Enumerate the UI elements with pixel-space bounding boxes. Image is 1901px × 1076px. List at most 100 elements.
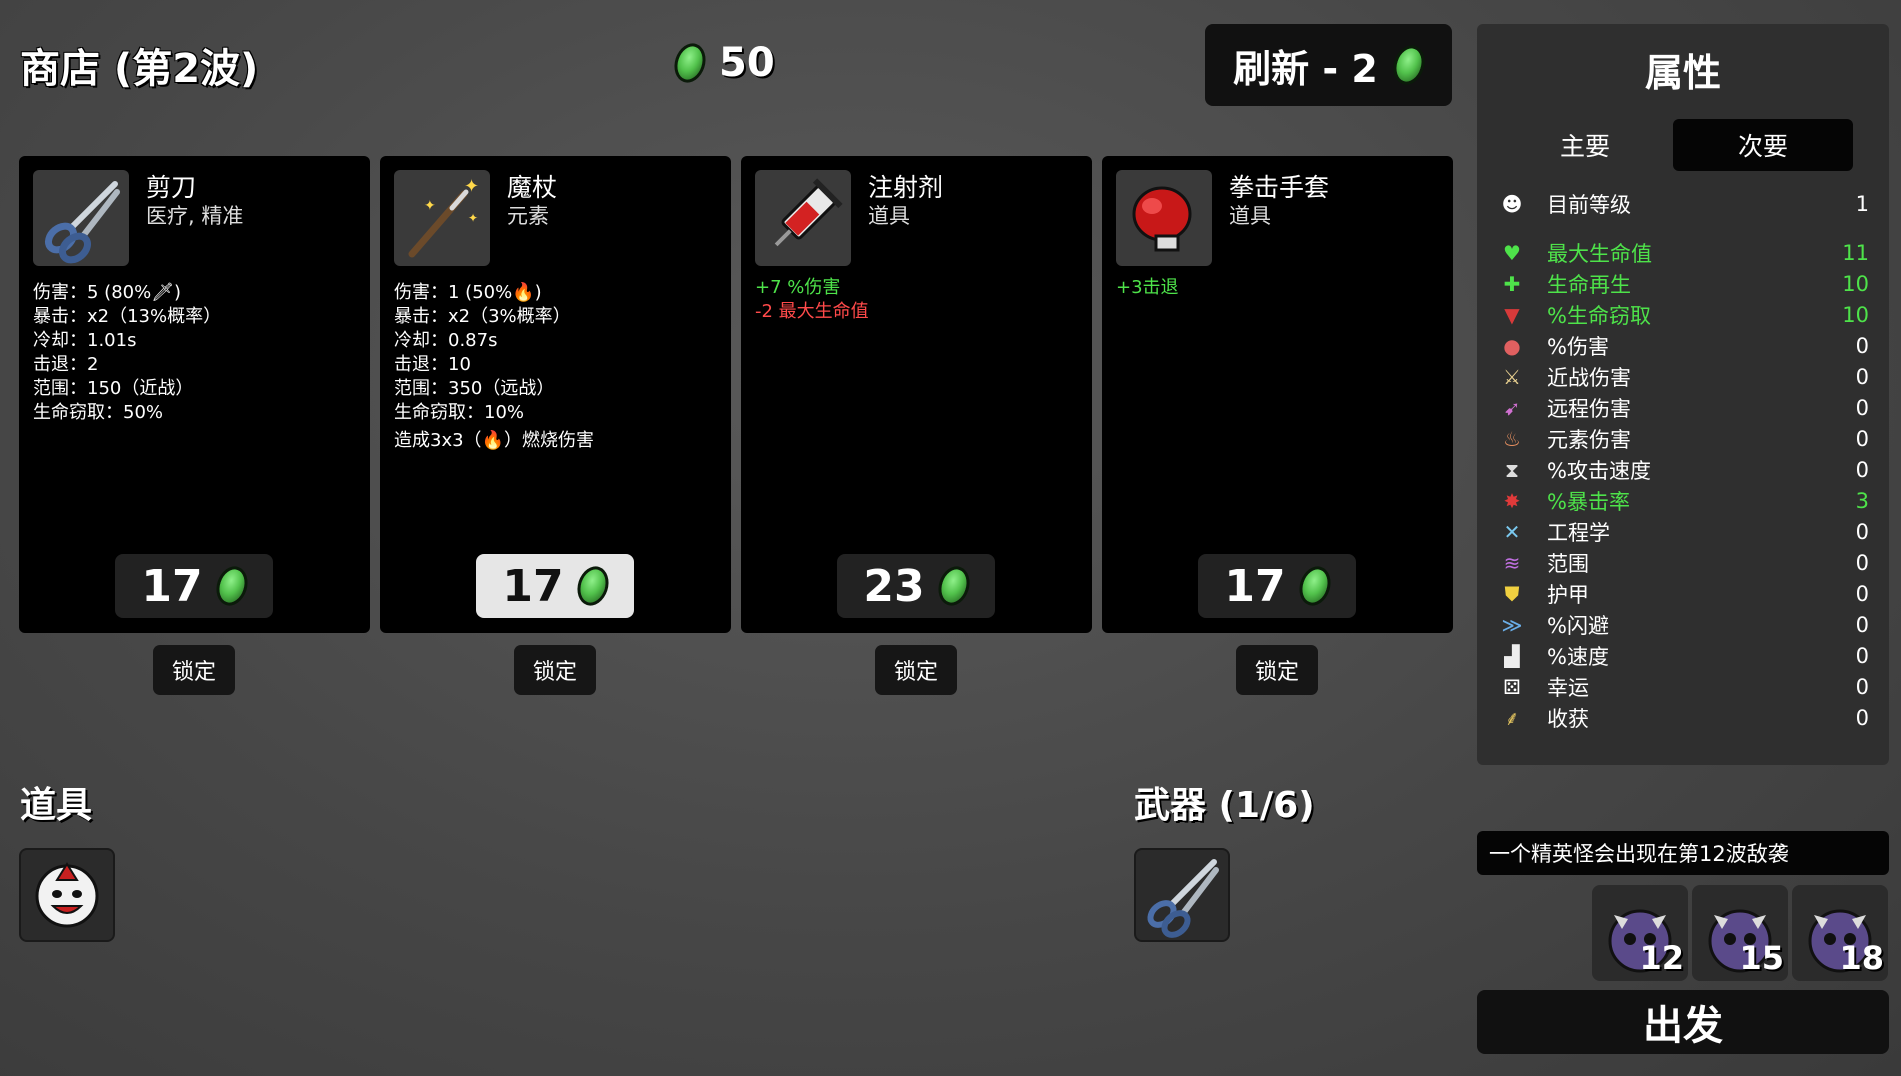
stat-row-ranged[interactable]: ➹ 远程伤害 0 (1499, 392, 1869, 423)
material-coin-icon (669, 39, 711, 87)
wand-icon: ✦ ✦ ✦ (394, 170, 490, 266)
range-icon: ≋ (1503, 550, 1521, 575)
stat-value: 10 (1842, 302, 1869, 327)
stat-row-dodge[interactable]: ≫ %闪避 0 (1499, 609, 1869, 640)
stat-row-range[interactable]: ≋ 范围 0 (1499, 547, 1869, 578)
tab-primary[interactable]: 主要 (1495, 119, 1675, 171)
stat-label: 护甲 (1547, 582, 1589, 607)
scissors-icon (33, 170, 129, 266)
item-type: 医疗, 精准 (146, 204, 244, 228)
flame-icon: ♨ (1503, 426, 1521, 451)
heart-icon: ♥ (1503, 240, 1521, 265)
shop-title: 商店 (第2波) (20, 46, 259, 92)
material-coin-icon (933, 562, 975, 610)
buy-button[interactable]: 17 (115, 554, 273, 618)
shop-card-scissors[interactable]: 剪刀 医疗, 精准 伤害：5 (80%🗡) 暴击：x2（13%概率） 冷却：1.… (19, 156, 370, 633)
shop-card-syringe[interactable]: 注射剂 道具 +7 %伤害 -2 最大生命值 23 (741, 156, 1092, 633)
svg-text:✦: ✦ (424, 198, 436, 214)
item-stats: +7 %伤害 -2 最大生命值 (755, 276, 869, 324)
stat-label: 近战伤害 (1547, 365, 1631, 390)
shop-card-boxing-glove[interactable]: 拳击手套 道具 +3击退 17 (1102, 156, 1453, 633)
stat-label: %伤害 (1547, 334, 1609, 359)
reroll-button[interactable]: 刷新 - 2 (1205, 24, 1452, 106)
shop-card-wand[interactable]: ✦ ✦ ✦ 魔杖 元素 伤害：1 (50%🔥) 暴击：x2（3%概率） 冷却：0… (380, 156, 731, 633)
material-coin-icon (1388, 41, 1430, 89)
muscle-icon: ● (1503, 333, 1521, 358)
item-slot[interactable] (19, 848, 115, 942)
material-coin-icon (211, 562, 253, 610)
item-type: 元素 (507, 204, 549, 228)
reroll-label: 刷新 - 2 (1233, 46, 1378, 91)
stat-label: %暴击率 (1547, 489, 1630, 514)
stat-row-melee[interactable]: ⚔ 近战伤害 0 (1499, 361, 1869, 392)
stat-value: 0 (1855, 426, 1869, 451)
stat-value: 3 (1855, 488, 1869, 513)
stat-line: 范围：150（近战） (33, 378, 194, 399)
elite-wave-icon: 12 (1592, 885, 1688, 981)
item-name: 注射剂 (868, 173, 944, 202)
stat-row-elemental[interactable]: ♨ 元素伤害 0 (1499, 423, 1869, 454)
stat-line: 造成3x3（🔥）燃烧伤害 (394, 430, 594, 451)
stat-label: 幸运 (1547, 675, 1589, 700)
crit-icon: ✸ (1503, 488, 1521, 513)
lock-button[interactable]: 锁定 (1236, 645, 1318, 695)
stat-line: 击退：10 (394, 354, 471, 375)
tab-secondary[interactable]: 次要 (1673, 119, 1853, 171)
stat-row-hp-regen[interactable]: ✚ 生命再生 10 (1499, 268, 1869, 299)
weapons-section-label: 武器 (1/6) (1134, 785, 1315, 826)
stat-line: 冷却：1.01s (33, 330, 137, 351)
stat-value: 0 (1855, 612, 1869, 637)
price-value: 17 (502, 560, 564, 612)
stat-label: 最大生命值 (1547, 241, 1652, 266)
buy-button[interactable]: 17 (476, 554, 634, 618)
lock-button[interactable]: 锁定 (514, 645, 596, 695)
stat-row-speed[interactable]: ▟ %速度 0 (1499, 640, 1869, 671)
wave-number: 15 (1739, 939, 1784, 977)
lock-button[interactable]: 锁定 (875, 645, 957, 695)
fangs-icon: ▼ (1504, 302, 1520, 327)
elite-wave-notice: 一个精英怪会出现在第12波敌袭 (1477, 831, 1889, 875)
material-coin-icon (572, 562, 614, 610)
item-name: 拳击手套 (1229, 173, 1330, 202)
price-value: 23 (863, 560, 925, 612)
stat-value: 0 (1855, 457, 1869, 482)
stat-row-life-steal[interactable]: ▼ %生命窃取 10 (1499, 299, 1869, 330)
stat-value: 1 (1855, 191, 1869, 216)
item-name: 魔杖 (507, 173, 558, 202)
stat-label: %速度 (1547, 644, 1609, 669)
weapon-slot[interactable] (1134, 848, 1230, 942)
stat-label: %闪避 (1547, 613, 1609, 638)
svg-text:✦: ✦ (464, 176, 479, 197)
item-stats: 伤害：5 (80%🗡) 暴击：x2（13%概率） 冷却：1.01s 击退：2 范… (33, 281, 221, 425)
scissors-icon (1147, 859, 1219, 938)
stat-value: 0 (1855, 643, 1869, 668)
shield-icon: ⛊ (1504, 581, 1520, 606)
go-button[interactable]: 出发 (1477, 990, 1889, 1054)
wrench-icon: ✕ (1503, 519, 1521, 544)
elite-wave-icon: 15 (1692, 885, 1788, 981)
character-portrait-icon (35, 862, 99, 928)
stat-row-armor[interactable]: ⛊ 护甲 0 (1499, 578, 1870, 609)
stat-row-harvesting[interactable]: ⸙ 收获 0 (1499, 702, 1870, 733)
stat-row-engineering[interactable]: ✕ 工程学 0 (1499, 516, 1869, 547)
stat-label: 工程学 (1547, 520, 1610, 545)
wave-number: 12 (1639, 939, 1684, 977)
material-coin-icon (1294, 562, 1336, 610)
stat-row-luck[interactable]: ⚄ 幸运 0 (1499, 671, 1869, 702)
hourglass-icon: ⧗ (1504, 457, 1520, 482)
stat-row-attack-speed[interactable]: ⧗ %攻击速度 0 (1499, 454, 1869, 485)
syringe-icon (755, 170, 851, 266)
stat-value: 10 (1842, 271, 1869, 296)
elite-wave-icon: 18 (1792, 885, 1888, 981)
buy-button[interactable]: 23 (837, 554, 995, 618)
buy-button[interactable]: 17 (1198, 554, 1356, 618)
dodge-icon: ≫ (1501, 612, 1523, 637)
stat-label: 收获 (1547, 706, 1589, 731)
stat-row-max-hp[interactable]: ♥ 最大生命值 11 (1499, 237, 1869, 268)
regen-icon: ✚ (1503, 271, 1521, 296)
stat-line: 生命窃取：50% (33, 402, 164, 423)
dice-icon: ⚄ (1503, 674, 1521, 699)
stat-row-crit[interactable]: ✸ %暴击率 3 (1499, 485, 1869, 516)
stat-row-damage[interactable]: ● %伤害 0 (1499, 330, 1869, 361)
lock-button[interactable]: 锁定 (153, 645, 235, 695)
